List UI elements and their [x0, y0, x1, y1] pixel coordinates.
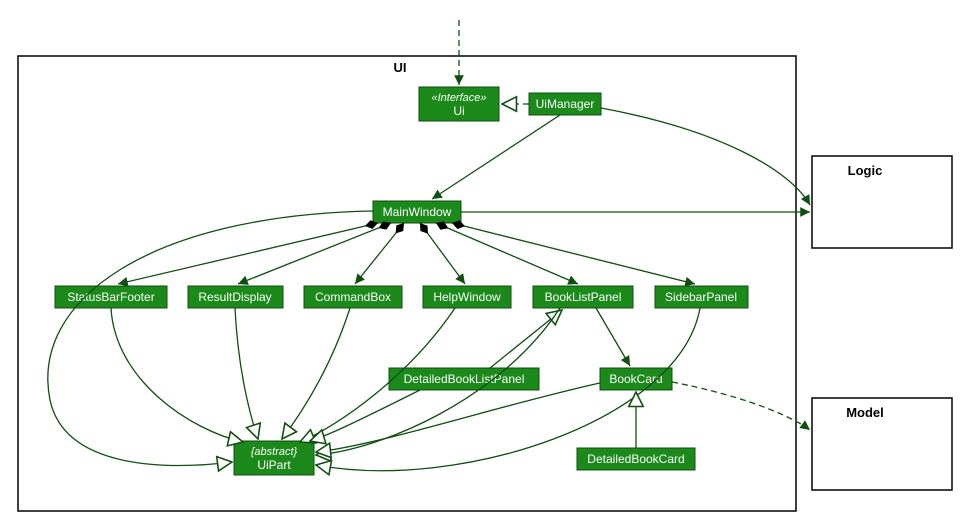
- class-detailedbooklistpanel: DetailedBookListPanel: [389, 368, 539, 390]
- edge-detbooklist-gen-booklist: [490, 310, 562, 368]
- edge-mw-comp-statusbar: [118, 223, 378, 284]
- class-resultdisplay-name: ResultDisplay: [198, 290, 271, 304]
- class-sidebarpanel-name: SidebarPanel: [665, 290, 737, 304]
- class-uipart-name: UiPart: [257, 458, 291, 472]
- class-mainwindow-name: MainWindow: [383, 205, 452, 219]
- package-ui-border: [18, 56, 796, 511]
- class-uimanager: UiManager: [529, 93, 601, 115]
- edge-uimanager-to-logic: [601, 108, 810, 205]
- edge-mw-comp-sidebar: [452, 223, 695, 284]
- edge-commandbox-gen-uipart: [282, 308, 350, 439]
- class-helpwindow: HelpWindow: [423, 286, 511, 308]
- class-bookcard-name: BookCard: [609, 372, 662, 386]
- class-detailedbookcard: DetailedBookCard: [577, 448, 695, 470]
- class-helpwindow-name: HelpWindow: [433, 290, 501, 304]
- edge-mw-comp-resultdisplay: [238, 223, 391, 284]
- class-ui-stereo: «Interface»: [431, 92, 486, 104]
- edge-statusbar-gen-uipart: [111, 308, 243, 442]
- class-detailedbooklistpanel-name: DetailedBookListPanel: [404, 372, 525, 386]
- edge-bookcard-to-model: [672, 382, 810, 430]
- edge-resultdisplay-gen-uipart: [235, 308, 258, 439]
- edge-uimanager-to-mainwindow: [432, 115, 560, 199]
- class-booklistpanel-name: BookListPanel: [545, 290, 622, 304]
- class-bookcard: BookCard: [600, 368, 672, 390]
- edge-mw-comp-booklist: [436, 223, 578, 284]
- edge-mw-comp-commandbox: [355, 223, 404, 284]
- edge-booklist-to-bookcard: [596, 308, 630, 366]
- class-detailedbookcard-name: DetailedBookCard: [587, 452, 684, 466]
- class-uipart-stereo: {abstract}: [251, 446, 298, 458]
- package-logic-title: Logic: [848, 163, 883, 178]
- class-ui-name: Ui: [453, 104, 464, 118]
- class-commandbox-name: CommandBox: [315, 290, 391, 304]
- class-commandbox: CommandBox: [304, 286, 402, 308]
- class-booklistpanel: BookListPanel: [533, 286, 633, 308]
- class-mainwindow: MainWindow: [373, 201, 461, 223]
- class-resultdisplay: ResultDisplay: [188, 286, 283, 308]
- edge-bookcard-gen-uipart: [316, 383, 600, 452]
- class-uimanager-name: UiManager: [536, 97, 595, 111]
- package-model-title: Model: [846, 405, 884, 420]
- class-uipart: {abstract} UiPart: [234, 441, 314, 475]
- package-ui-title: UI: [394, 60, 407, 75]
- class-ui-interface: «Interface» Ui: [419, 87, 499, 121]
- class-statusbarfooter: StatusBarFooter: [55, 286, 167, 308]
- class-sidebarpanel: SidebarPanel: [655, 286, 748, 308]
